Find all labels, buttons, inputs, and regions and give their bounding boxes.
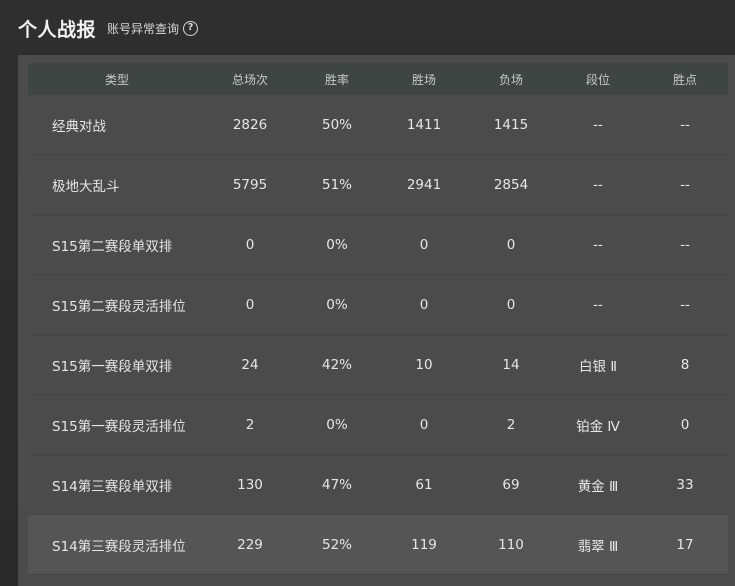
cell-type: 极地大乱斗 xyxy=(52,178,120,195)
cell-type: S15第一赛段单双排 xyxy=(52,358,173,375)
cell-tier: 翡翠 Ⅲ xyxy=(577,538,619,555)
cell-tier: -- xyxy=(593,236,603,253)
col-header-tier: 段位 xyxy=(585,72,610,87)
table-row: S15第二赛段单双排 0 0% 0 0 -- -- xyxy=(28,215,728,275)
table-row-highlighted[interactable]: S14第三赛段灵活排位 229 52% 119 110 翡翠 Ⅲ 17 xyxy=(28,515,728,575)
cell-wins: 119 xyxy=(411,536,437,553)
cell-type: 经典对战 xyxy=(52,118,106,135)
cell-rate: 0% xyxy=(326,296,348,313)
table-row: S15第一赛段单双排 24 42% 10 14 白银 Ⅱ 8 xyxy=(28,335,728,395)
cell-rate: 52% xyxy=(321,536,352,553)
cell-type: S14第三赛段灵活排位 xyxy=(52,538,186,555)
cell-wins: 1411 xyxy=(406,116,442,133)
table-row: 极地大乱斗 5795 51% 2941 2854 -- -- xyxy=(28,155,728,215)
cell-losses: 0 xyxy=(506,236,516,253)
col-header-rate: 胜率 xyxy=(324,72,349,87)
cell-losses: 1415 xyxy=(493,116,529,133)
table-row: 经典对战 2826 50% 1411 1415 -- -- xyxy=(28,95,728,155)
cell-losses: 0 xyxy=(506,296,516,313)
account-anomaly-link[interactable]: 账号异常查询 ? xyxy=(107,20,199,37)
cell-points: 17 xyxy=(676,536,694,553)
header: 个人战报 账号异常查询 ? xyxy=(18,14,199,42)
cell-type: S15第一赛段灵活排位 xyxy=(52,418,186,435)
table-row: S15第二赛段灵活排位 0 0% 0 0 -- -- xyxy=(28,275,728,335)
cell-wins: 2941 xyxy=(406,176,442,193)
cell-tier: -- xyxy=(593,116,603,133)
table-header: 类型 总场次 胜率 胜场 负场 段位 胜点 xyxy=(28,63,728,95)
page-title: 个人战报 xyxy=(18,18,97,41)
cell-rate: 47% xyxy=(321,476,352,493)
cell-points: 33 xyxy=(676,476,694,493)
cell-losses: 14 xyxy=(502,356,520,373)
col-header-points: 胜点 xyxy=(672,72,697,87)
cell-losses: 2 xyxy=(506,416,516,433)
cell-wins: 61 xyxy=(415,476,433,493)
cell-total: 2 xyxy=(245,416,255,433)
account-anomaly-label[interactable]: 账号异常查询 xyxy=(107,20,179,37)
cell-total: 5795 xyxy=(232,176,268,193)
cell-points: 0 xyxy=(680,416,690,433)
cell-losses: 69 xyxy=(502,476,520,493)
table-row: S14第三赛段单双排 130 47% 61 69 黄金 Ⅲ 33 xyxy=(28,455,728,515)
stats-panel: 类型 总场次 胜率 胜场 负场 段位 胜点 经典对战 2826 50% 1411… xyxy=(18,55,735,586)
col-header-losses: 负场 xyxy=(498,72,523,87)
cell-total: 229 xyxy=(237,536,263,553)
cell-losses: 110 xyxy=(498,536,524,553)
cell-wins: 10 xyxy=(415,356,433,373)
col-header-total: 总场次 xyxy=(231,72,268,87)
cell-tier: 白银 Ⅱ xyxy=(579,358,617,375)
cell-total: 0 xyxy=(245,236,255,253)
cell-rate: 51% xyxy=(321,176,352,193)
help-icon[interactable]: ? xyxy=(183,20,199,36)
cell-losses: 2854 xyxy=(493,176,529,193)
cell-points: -- xyxy=(680,296,690,313)
page: 个人战报 账号异常查询 ? 类型 总场次 胜率 胜场 负场 段位 胜点 经典对战… xyxy=(0,0,735,586)
cell-wins: 0 xyxy=(419,416,429,433)
cell-rate: 50% xyxy=(321,116,352,133)
cell-tier: -- xyxy=(593,176,603,193)
cell-tier: 黄金 Ⅲ xyxy=(577,478,619,495)
cell-points: -- xyxy=(680,236,690,253)
cell-wins: 0 xyxy=(419,236,429,253)
cell-type: S15第二赛段灵活排位 xyxy=(52,298,186,315)
cell-total: 130 xyxy=(237,476,263,493)
col-header-wins: 胜场 xyxy=(411,72,436,87)
cell-total: 0 xyxy=(245,296,255,313)
cell-wins: 0 xyxy=(419,296,429,313)
col-header-type: 类型 xyxy=(104,72,129,87)
cell-rate: 0% xyxy=(326,416,348,433)
cell-points: -- xyxy=(680,116,690,133)
cell-total: 2826 xyxy=(232,116,268,133)
cell-tier: 铂金 Ⅳ xyxy=(576,418,620,435)
cell-rate: 42% xyxy=(321,356,352,373)
cell-points: -- xyxy=(680,176,690,193)
cell-points: 8 xyxy=(680,356,690,373)
table-row: S15第一赛段灵活排位 2 0% 0 2 铂金 Ⅳ 0 xyxy=(28,395,728,455)
stats-table: 类型 总场次 胜率 胜场 负场 段位 胜点 经典对战 2826 50% 1411… xyxy=(28,63,728,575)
cell-tier: -- xyxy=(593,296,603,313)
cell-rate: 0% xyxy=(326,236,348,253)
cell-total: 24 xyxy=(241,356,259,373)
cell-type: S15第二赛段单双排 xyxy=(52,238,173,255)
cell-type: S14第三赛段单双排 xyxy=(52,478,173,495)
